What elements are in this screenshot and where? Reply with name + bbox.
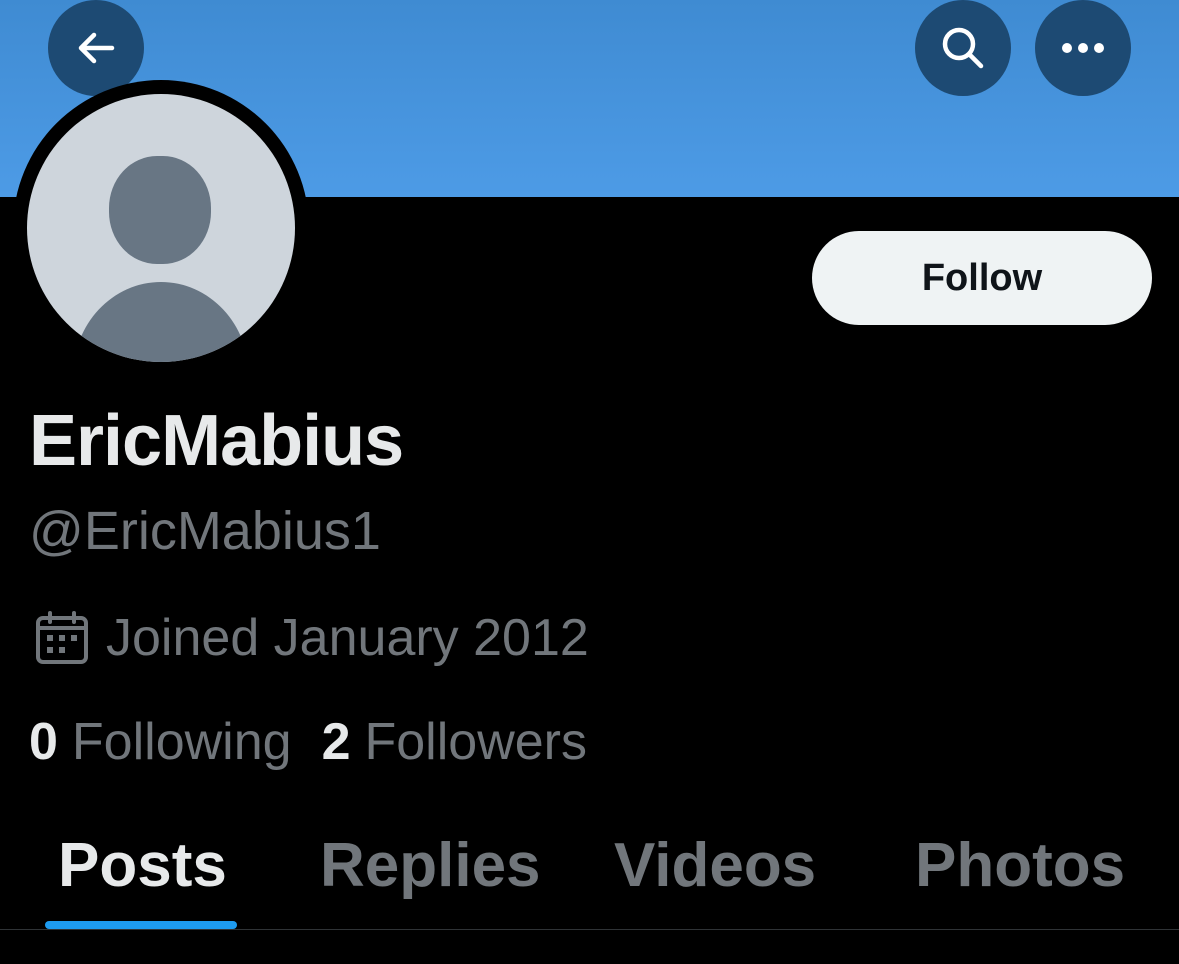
joined-date: Joined January 2012 xyxy=(106,609,589,667)
followers-count: 2 xyxy=(321,713,351,771)
avatar[interactable] xyxy=(27,94,295,362)
follow-button[interactable]: Follow xyxy=(812,231,1152,325)
tab-videos[interactable]: Videos xyxy=(614,830,816,901)
following-count: 0 xyxy=(29,713,58,771)
tab-photos[interactable]: Photos xyxy=(915,830,1125,901)
following-label: Following xyxy=(71,713,292,771)
display-name: EricMabius xyxy=(29,401,404,481)
tab-posts[interactable]: Posts xyxy=(58,830,227,901)
calendar-icon xyxy=(36,611,88,664)
joined-date-row: Joined January 2012 xyxy=(34,608,589,668)
search-icon xyxy=(942,27,984,69)
user-handle: @EricMabius1 xyxy=(29,501,381,561)
search-button[interactable] xyxy=(915,0,1011,96)
more-button[interactable] xyxy=(1035,0,1131,96)
arrow-left-icon xyxy=(78,32,115,64)
tab-replies[interactable]: Replies xyxy=(320,830,541,901)
profile-tabs: Posts Replies Videos Photos xyxy=(0,820,1179,930)
more-horizontal-icon xyxy=(1062,43,1104,53)
profile-page: Follow EricMabius @EricMabius1 Joined Ja… xyxy=(0,0,1179,964)
follow-stats: 0 Following 2 Followers xyxy=(29,712,587,772)
followers-link[interactable]: 2 Followers xyxy=(322,712,587,772)
followers-label: Followers xyxy=(364,713,588,771)
default-avatar-icon xyxy=(74,156,248,362)
following-link[interactable]: 0 Following xyxy=(29,712,292,772)
avatar-frame[interactable] xyxy=(13,80,309,376)
active-tab-indicator xyxy=(45,921,237,929)
back-button[interactable] xyxy=(48,0,144,96)
